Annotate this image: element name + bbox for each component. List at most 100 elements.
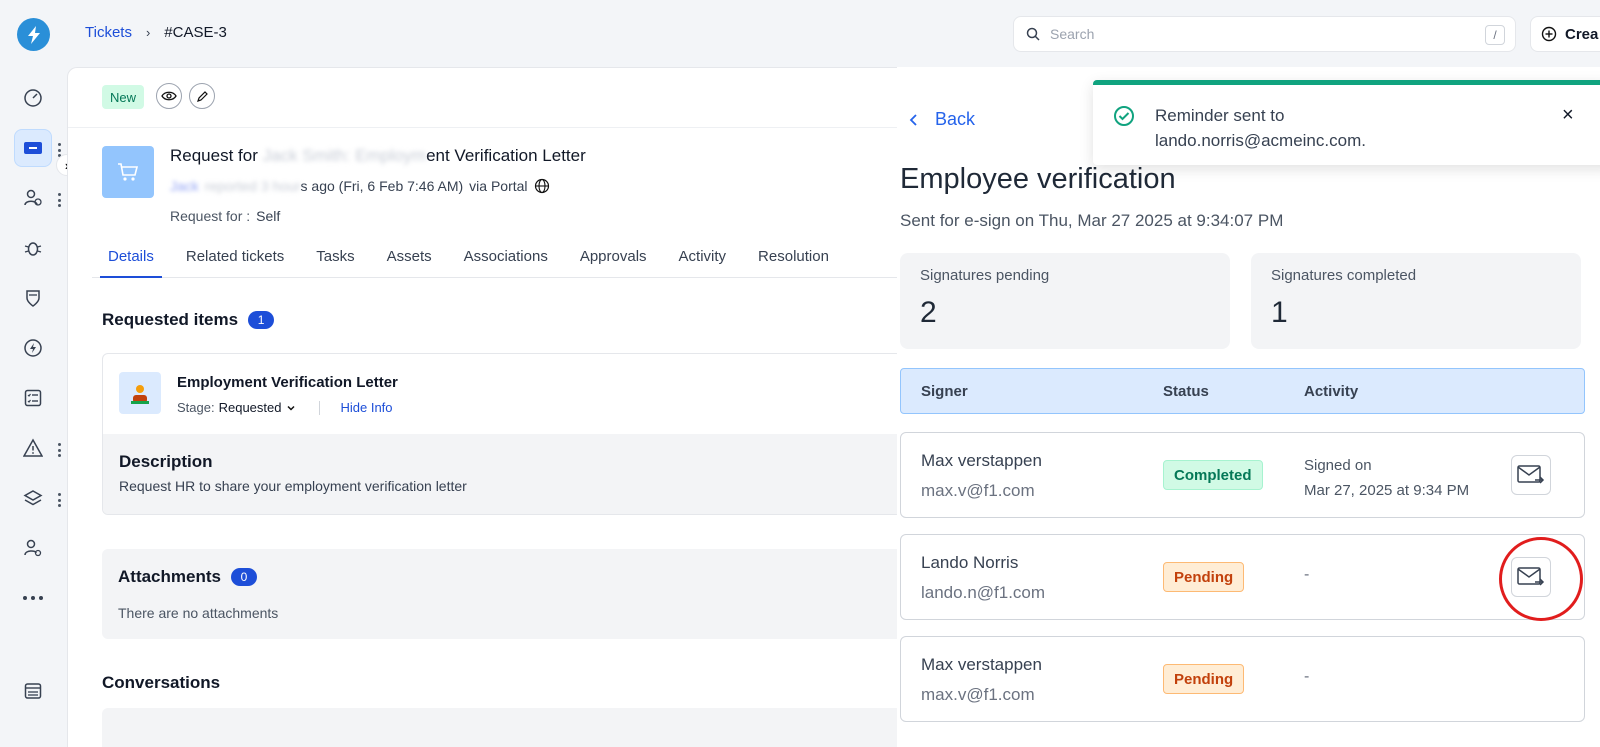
send-reminder-button[interactable] <box>1511 557 1551 597</box>
tab-tasks[interactable]: Tasks <box>300 240 370 277</box>
requested-items-heading: Requested items 1 <box>102 310 275 330</box>
close-icon[interactable]: × <box>1562 104 1574 127</box>
attachments-count: 0 <box>230 568 257 586</box>
signer-name: Max verstappen <box>921 451 1042 470</box>
e-sign-drawer: Back Employee verification Sent for e-si… <box>897 67 1600 747</box>
employee-avatar-icon <box>119 372 161 414</box>
search-input[interactable]: Search / <box>1013 16 1516 52</box>
create-button[interactable]: Crea <box>1530 16 1600 52</box>
requested-items-title: Requested items <box>102 310 239 329</box>
requested-items-count: 1 <box>248 311 275 329</box>
item-name: Employment Verification Letter <box>177 374 398 391</box>
left-nav-rail: › <box>0 67 78 747</box>
shield-icon[interactable] <box>14 279 52 317</box>
chevron-down-icon[interactable] <box>285 402 297 414</box>
mail-forward-icon <box>1517 465 1545 484</box>
attachments-title: Attachments <box>118 567 221 586</box>
requester-link[interactable]: Jack <box>170 178 199 194</box>
tab-approvals[interactable]: Approvals <box>564 240 663 277</box>
search-icon <box>1026 27 1040 41</box>
signer-activity: - <box>1304 668 1310 685</box>
signatures-completed-label: Signatures completed <box>1271 267 1417 284</box>
signatures-pending-value: 2 <box>920 296 937 329</box>
conversation-actions <box>102 708 897 747</box>
tab-assets[interactable]: Assets <box>371 240 448 277</box>
tickets-icon[interactable] <box>14 129 52 167</box>
signer-name: Lando Norris <box>921 553 1019 572</box>
conversations-heading: Conversations <box>102 673 221 692</box>
tab-resolution[interactable]: Resolution <box>742 240 845 277</box>
signer-email: max.v@f1.com <box>921 481 1035 500</box>
ticket-title-suffix: ent Verification Letter <box>426 146 586 165</box>
description-box: Description Request HR to share your emp… <box>103 434 897 514</box>
status-badge: New <box>102 85 145 109</box>
warning-more-icon[interactable] <box>56 443 62 457</box>
signer-email: lando.n@f1.com <box>921 583 1046 602</box>
reported-redacted: reported 3 hour <box>204 178 301 194</box>
checklist-icon[interactable] <box>14 379 52 417</box>
signer-activity: - <box>1304 566 1310 583</box>
tab-related-tickets[interactable]: Related tickets <box>170 240 300 277</box>
tab-details[interactable]: Details <box>92 240 170 278</box>
drawer-subtitle: Sent for e-sign on Thu, Mar 27 2025 at 9… <box>900 211 1284 230</box>
layers-icon[interactable] <box>14 479 52 517</box>
chevron-left-icon <box>909 113 917 126</box>
item-stage: Stage: Requested Hide Info <box>177 400 393 415</box>
ticket-toolbar: New <box>68 68 897 128</box>
activity-line-2: Mar 27, 2025 at 9:34 PM <box>1304 482 1470 499</box>
signer-email: max.v@f1.com <box>921 685 1035 704</box>
app-logo-icon[interactable] <box>17 18 50 51</box>
plus-circle-icon <box>1541 26 1557 42</box>
stage-label: Stage: <box>177 400 215 415</box>
search-placeholder: Search <box>1050 26 1095 42</box>
signer-row: Max verstappen max.v@f1.com Completed Si… <box>900 432 1585 518</box>
dashboard-icon[interactable] <box>14 79 52 117</box>
status-badge: Pending <box>1163 664 1245 694</box>
send-reminder-button[interactable] <box>1511 455 1551 495</box>
signatures-completed-card: Signatures completed 1 <box>1251 253 1581 349</box>
bug-icon[interactable] <box>14 229 52 267</box>
cart-icon <box>102 146 154 198</box>
watch-icon[interactable] <box>156 83 182 109</box>
description-title: Description <box>119 452 213 471</box>
attachments-section: Attachments 0 There are no attachments <box>102 549 897 639</box>
changes-icon[interactable] <box>14 329 52 367</box>
layers-more-icon[interactable] <box>56 493 62 507</box>
tab-activity[interactable]: Activity <box>663 240 743 277</box>
ticket-detail-panel: New Request for Jack Smith: Employment V… <box>67 67 897 747</box>
user-settings-icon[interactable] <box>14 529 52 567</box>
tab-associations[interactable]: Associations <box>448 240 564 277</box>
breadcrumb-current: #CASE-3 <box>164 24 227 41</box>
signer-row: Max verstappen max.v@f1.com Pending - <box>900 636 1585 722</box>
attachments-heading: Attachments 0 <box>118 567 886 587</box>
edit-icon[interactable] <box>189 83 215 109</box>
chevron-right-icon: › <box>145 25 151 40</box>
ticket-title-redacted: Jack Smith: Employm <box>262 146 427 165</box>
contacts-more-icon[interactable] <box>56 193 62 207</box>
signatures-completed-value: 1 <box>1271 296 1288 329</box>
contacts-icon[interactable] <box>14 179 52 217</box>
request-for: Request for : Self <box>170 208 280 224</box>
breadcrumb-tickets-link[interactable]: Tickets <box>85 24 132 41</box>
source-channel: via Portal <box>469 178 528 194</box>
activity-line-1: Signed on <box>1304 457 1372 474</box>
globe-icon <box>534 178 549 194</box>
divider <box>319 400 321 415</box>
col-signer: Signer <box>921 383 968 400</box>
drawer-title: Employee verification <box>900 163 1176 195</box>
ticket-tabs: Details Related tickets Tasks Assets Ass… <box>92 240 897 278</box>
catalog-icon[interactable] <box>14 672 52 710</box>
back-button[interactable]: Back <box>909 109 975 130</box>
more-icon[interactable] <box>14 579 52 617</box>
col-activity: Activity <box>1304 383 1359 400</box>
hide-info-link[interactable]: Hide Info <box>340 400 392 415</box>
warning-icon[interactable] <box>14 429 52 467</box>
toast-message: Reminder sent to lando.norris@acmeinc.co… <box>1155 106 1366 150</box>
description-text: Request HR to share your employment veri… <box>119 478 467 494</box>
requested-item-card: Employment Verification Letter Stage: Re… <box>102 353 897 515</box>
request-for-label: Request for : <box>170 208 251 224</box>
top-bar: Tickets › #CASE-3 Search / Crea <box>0 0 1600 67</box>
attachments-empty: There are no attachments <box>118 605 279 621</box>
mail-forward-icon <box>1517 567 1545 586</box>
stage-dropdown[interactable]: Requested <box>219 400 282 415</box>
